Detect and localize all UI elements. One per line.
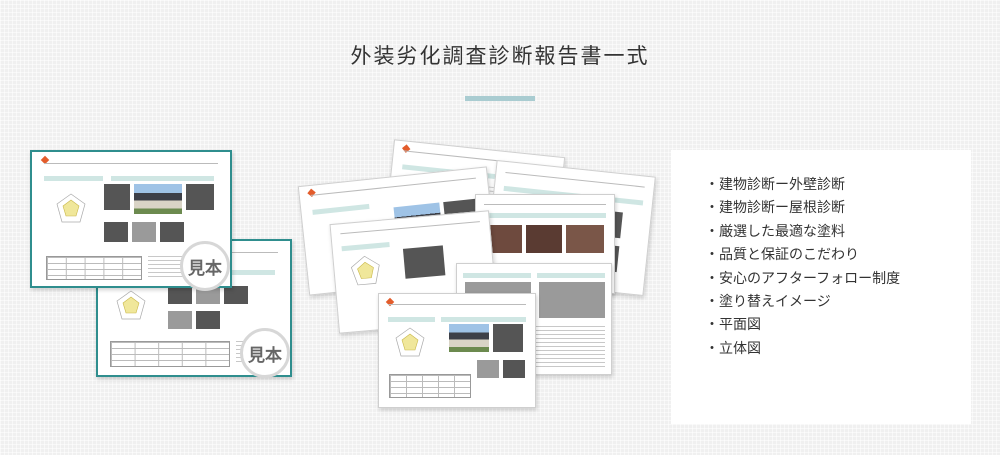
radar-chart-icon [116, 290, 146, 320]
feature-item: ・立体図 [705, 340, 761, 357]
radar-chart-icon [56, 193, 86, 223]
feature-item: ・建物診断ー屋根診断 [705, 200, 845, 217]
title-underline [465, 96, 535, 101]
feature-item: ・塗り替えイメージ [705, 294, 831, 311]
radar-chart-icon [395, 327, 425, 357]
feature-list: ・建物診断ー外壁診断 ・建物診断ー屋根診断 ・厳選した最適な塗料 ・品質と保証の… [705, 174, 900, 361]
radar-chart-icon [350, 255, 380, 286]
page-title: 外装劣化調査診断報告書一式 [350, 44, 650, 68]
feature-item: ・厳選した最適な塗料 [705, 223, 845, 240]
feature-list-panel: ・建物診断ー外壁診断 ・建物診断ー屋根診断 ・厳選した最適な塗料 ・品質と保証の… [671, 150, 971, 424]
feature-item: ・安心のアフターフォロー制度 [705, 270, 901, 287]
feature-item: ・平面図 [705, 317, 761, 334]
feature-item: ・建物診断ー外壁診断 [705, 177, 845, 193]
feature-item: ・品質と保証のこだわり [705, 247, 859, 264]
sample-stamp: 見本 [180, 241, 230, 291]
report-page-front [378, 293, 536, 408]
sample-stamp: 見本 [240, 328, 290, 378]
